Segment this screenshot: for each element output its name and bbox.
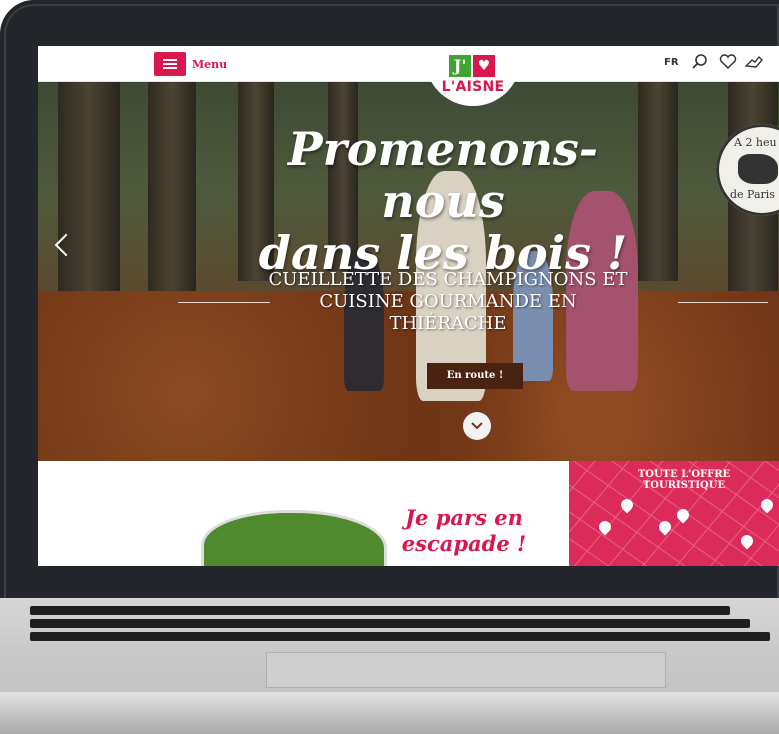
scroll-down-button[interactable] xyxy=(463,412,491,440)
key-row xyxy=(30,606,730,615)
stamp-top-text: A 2 heu xyxy=(734,136,777,149)
trackpad xyxy=(266,652,666,688)
france-map-icon xyxy=(738,154,778,184)
heart-icon: ♥ xyxy=(473,55,495,77)
stamp-bottom-text: de Paris xyxy=(730,188,775,201)
hero-subtitle: CUEILLETTE DES CHAMPIGNONS ET CUISINE GO… xyxy=(268,269,628,334)
chevron-down-icon xyxy=(471,422,483,430)
hero-title: Promenons-nous dans les bois ! xyxy=(228,123,658,279)
laptop-front-edge xyxy=(0,692,779,734)
tree-trunk xyxy=(58,81,120,311)
tree-trunk xyxy=(148,81,196,291)
laptop-bezel: Menu FR J' ♥ L'AISNE Promenons-nous dans… xyxy=(0,0,779,605)
laptop-screen: Menu FR J' ♥ L'AISNE Promenons-nous dans… xyxy=(38,46,779,566)
divider-line xyxy=(178,302,270,303)
aisne-map-illustration[interactable] xyxy=(204,513,384,566)
language-selector[interactable]: FR xyxy=(664,57,679,68)
hamburger-icon-bar xyxy=(163,63,177,65)
key-row xyxy=(30,632,770,641)
hand-icon[interactable] xyxy=(744,52,764,72)
site-header: Menu FR xyxy=(38,46,779,82)
search-icon[interactable] xyxy=(690,52,710,72)
tourist-offer-panel[interactable]: TOUTE L'OFFRE TOURISTIQUE xyxy=(569,461,779,566)
logo-j-mark: J' xyxy=(449,55,471,77)
escapade-link[interactable]: Je pars en escapade ! xyxy=(394,505,534,557)
paris-distance-stamp: A 2 heu de Paris xyxy=(716,124,779,216)
lower-section: Je pars en escapade ! TOUTE L'OFFRE TOUR… xyxy=(38,461,779,566)
logo-text: L'AISNE xyxy=(441,79,505,95)
menu-label[interactable]: Menu xyxy=(192,58,227,71)
menu-button[interactable] xyxy=(154,52,186,76)
divider-line xyxy=(678,302,768,303)
offer-title: TOUTE L'OFFRE TOURISTIQUE xyxy=(637,469,731,491)
key-row xyxy=(30,619,750,628)
heart-icon[interactable] xyxy=(718,52,738,72)
en-route-button[interactable]: En route ! xyxy=(427,363,523,389)
hero-banner: Promenons-nous dans les bois ! CUEILLETT… xyxy=(38,81,779,461)
hamburger-icon-bar xyxy=(163,67,177,69)
hero-title-line: Promenons-nous xyxy=(287,122,598,228)
keyboard xyxy=(30,606,779,646)
hamburger-icon-bar xyxy=(163,59,177,61)
